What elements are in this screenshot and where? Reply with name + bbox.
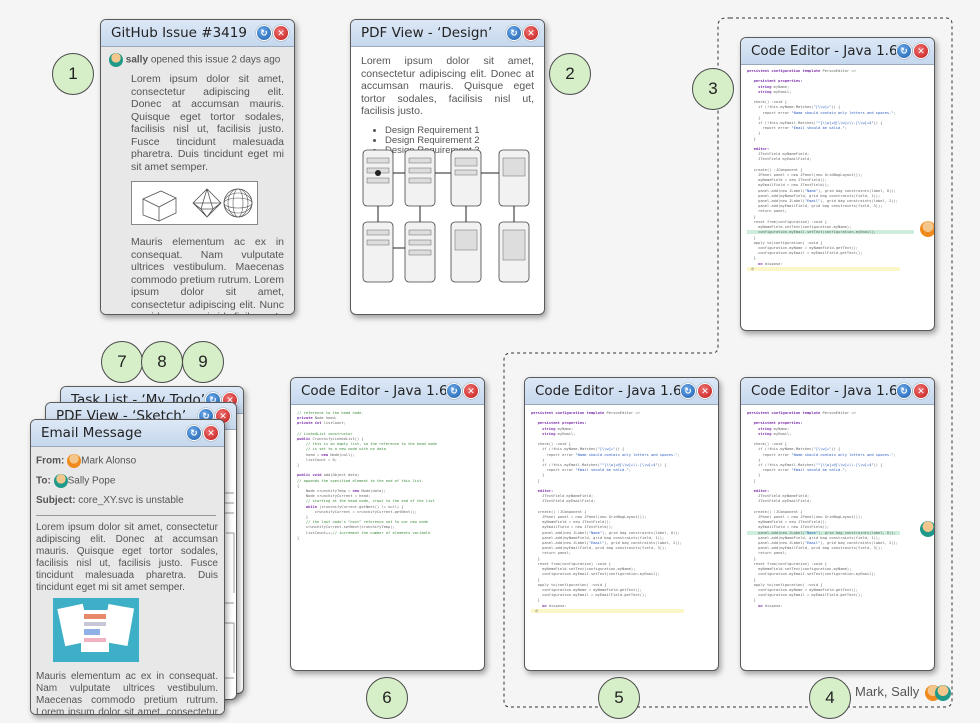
label-2: 2 <box>549 53 591 95</box>
title-bar[interactable]: Code Editor - Java 1.6 ↻ ✕ <box>525 378 718 405</box>
code-area[interactable]: // reference to the head node. private N… <box>291 405 484 545</box>
code-editor-window-3[interactable]: Code Editor - Java 1.6 ↻ ✕ persistent co… <box>740 37 935 331</box>
wireframe-shapes-image <box>131 181 258 225</box>
code-area[interactable]: persistent configuration template Person… <box>741 65 934 276</box>
shared-users: Mark, Sally <box>855 684 951 701</box>
refresh-icon[interactable]: ↻ <box>680 383 696 399</box>
pdf-paragraph: Lorem ipsum dolor sit amet, consectetur … <box>361 55 534 117</box>
window-title: GitHub Issue #3419 <box>111 25 247 41</box>
shared-users-label: Mark, Sally <box>855 684 920 699</box>
sally-avatar <box>934 684 951 701</box>
user-avatar <box>109 53 123 67</box>
attachment-image <box>53 598 139 662</box>
code-area[interactable]: persistent configuration template Person… <box>741 405 934 613</box>
email-message-window[interactable]: Email Message ↻ ✕ From: Mark Alonso To: … <box>30 419 225 715</box>
refresh-icon[interactable]: ↻ <box>506 25 522 41</box>
refresh-icon[interactable]: ↻ <box>446 383 462 399</box>
subject-value: core_XY.svc is unstable <box>78 495 184 506</box>
label-4: 4 <box>809 677 851 719</box>
close-icon[interactable]: ✕ <box>913 383 929 399</box>
issue-paragraph-2: Mauris elementum ac ex in consequat. Nam… <box>131 236 284 314</box>
recipient-avatar <box>53 474 68 488</box>
title-bar[interactable]: Code Editor - Java 1.6 ↻ ✕ <box>291 378 484 405</box>
close-icon[interactable]: ✕ <box>913 43 929 59</box>
refresh-icon[interactable]: ↻ <box>896 43 912 59</box>
close-icon[interactable]: ✕ <box>463 383 479 399</box>
list-item: Design Requirement 1 <box>385 125 544 136</box>
email-paragraph-2: Mauris elementum ac ex in consequat. Nam… <box>36 671 218 715</box>
label-9: 9 <box>182 341 224 383</box>
subject-label: Subject: <box>36 495 76 506</box>
issue-author: sally <box>125 54 149 66</box>
close-icon[interactable]: ✕ <box>203 425 219 441</box>
close-icon[interactable]: ✕ <box>523 25 539 41</box>
from-value: Mark Alonso <box>81 455 137 467</box>
refresh-icon[interactable]: ↻ <box>186 425 202 441</box>
refresh-icon[interactable]: ↻ <box>896 383 912 399</box>
pdf-design-window[interactable]: PDF View - ‘Design’ ↻ ✕ Lorem ipsum dolo… <box>350 19 545 315</box>
collaborator-avatar <box>920 221 934 237</box>
to-value: Sally Pope <box>67 475 116 487</box>
to-label: To: <box>36 475 51 487</box>
refresh-icon[interactable]: ↻ <box>256 25 272 41</box>
window-title: Email Message <box>41 425 142 441</box>
code-area[interactable]: persistent configuration template Person… <box>525 405 718 618</box>
code-editor-window-5[interactable]: Code Editor - Java 1.6 ↻ ✕ persistent co… <box>524 377 719 671</box>
subject-row: Subject: core_XY.svc is unstable <box>31 488 224 506</box>
github-issue-window[interactable]: GitHub Issue #3419 ↻ ✕ sally opened this… <box>100 19 295 315</box>
label-1: 1 <box>52 53 94 95</box>
from-row: From: Mark Alonso <box>31 447 224 468</box>
title-bar[interactable]: GitHub Issue #3419 ↻ ✕ <box>101 20 294 47</box>
close-icon[interactable]: ✕ <box>697 383 713 399</box>
title-bar[interactable]: PDF View - ‘Design’ ↻ ✕ <box>351 20 544 47</box>
title-bar[interactable]: Code Editor - Java 1.6 ↻ ✕ <box>741 38 934 65</box>
collaborator-avatar <box>920 521 934 537</box>
close-icon[interactable]: ✕ <box>273 25 289 41</box>
from-label: From: <box>36 455 65 467</box>
list-item: Design Requirement 2 <box>385 135 544 146</box>
window-title: PDF View - ‘Design’ <box>361 25 493 41</box>
label-6: 6 <box>366 677 408 719</box>
window-title: Code Editor - Java 1.6 <box>535 383 682 399</box>
label-3: 3 <box>692 68 734 110</box>
label-5: 5 <box>598 677 640 719</box>
label-8: 8 <box>141 341 183 383</box>
label-7: 7 <box>101 341 143 383</box>
window-title: Code Editor - Java 1.6 <box>751 383 898 399</box>
window-title: Code Editor - Java 1.6 <box>301 383 448 399</box>
sender-avatar <box>67 454 82 468</box>
issue-paragraph-1: Lorem ipsum dolor sit amet, consectetur … <box>131 73 284 173</box>
title-bar[interactable]: Email Message ↻ ✕ <box>31 420 224 447</box>
window-title: Code Editor - Java 1.6 <box>751 43 898 59</box>
title-bar[interactable]: Code Editor - Java 1.6 ↻ ✕ <box>741 378 934 405</box>
code-editor-window-4[interactable]: Code Editor - Java 1.6 ↻ ✕ persistent co… <box>740 377 935 671</box>
email-paragraph-1: Lorem ipsum dolor sit amet, consectetur … <box>36 522 218 593</box>
wireframe-sketch-image <box>362 149 530 283</box>
to-row: To: Sally Pope <box>31 468 224 488</box>
issue-meta: opened this issue 2 days ago <box>150 54 281 66</box>
code-editor-window-6[interactable]: Code Editor - Java 1.6 ↻ ✕ // reference … <box>290 377 485 671</box>
